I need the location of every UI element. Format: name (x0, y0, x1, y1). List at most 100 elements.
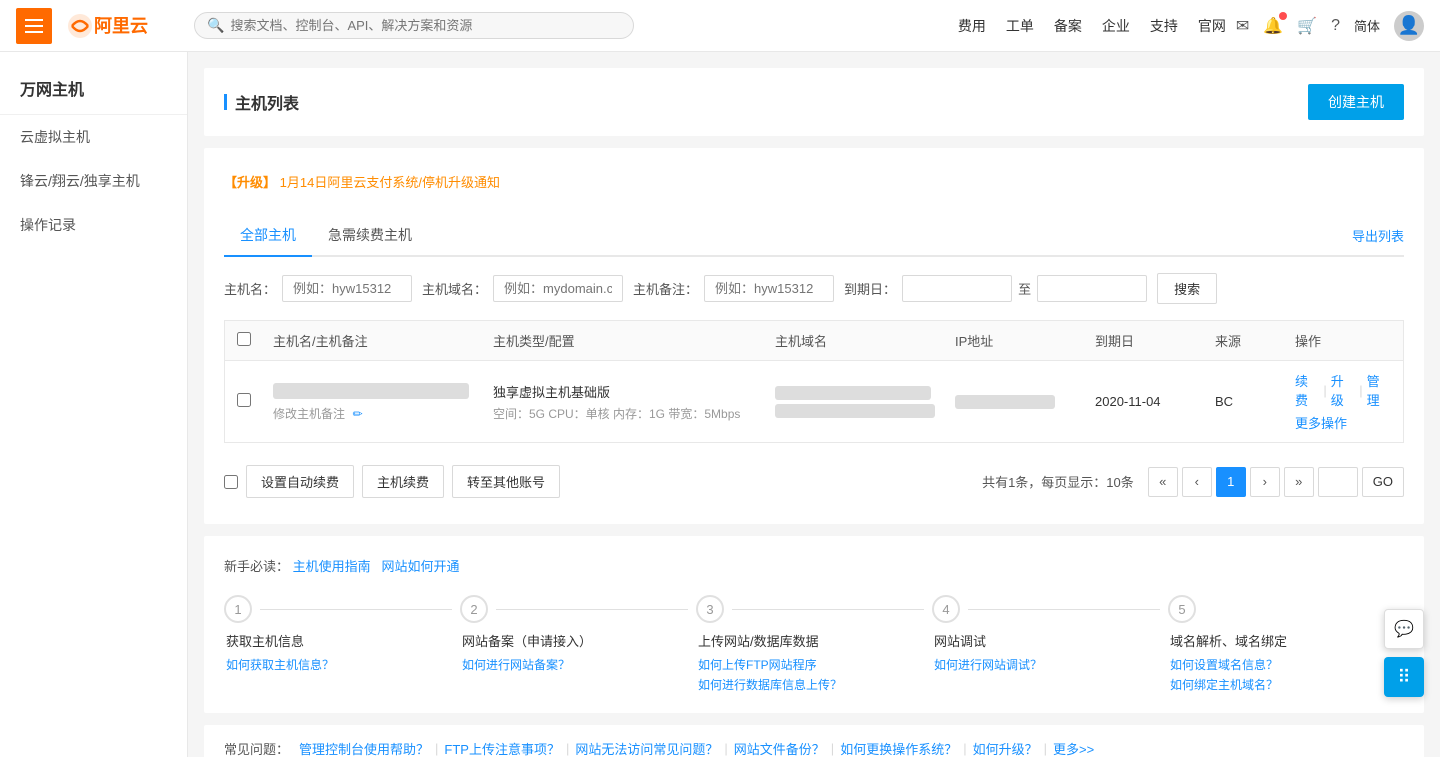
expire-end-input[interactable] (1037, 275, 1147, 302)
table-header: 主机名/主机备注 主机类型/配置 主机域名 IP地址 到期日 来源 操作 (224, 320, 1404, 360)
help-icon[interactable]: ? (1331, 17, 1340, 35)
cart-icon[interactable]: 🛒 (1297, 16, 1317, 36)
domain-input[interactable] (493, 275, 623, 302)
qr-button[interactable]: ⠿ (1384, 657, 1424, 697)
faq-link-6[interactable]: 如何升级？ (973, 739, 1038, 757)
guide-link-2[interactable]: 网站如何开通 (382, 559, 460, 574)
notice-link[interactable]: 1月14日阿里云支付系统/停机升级通知 (280, 175, 500, 190)
expire-start-input[interactable] (902, 275, 1012, 302)
guide-title-prefix: 新手必读： (224, 559, 289, 574)
search-button[interactable]: 搜索 (1157, 273, 1217, 304)
step-4-link-1[interactable]: 如何进行网站调试？ (934, 656, 1168, 673)
remark-input[interactable] (704, 275, 834, 302)
nav-item-official[interactable]: 官网 (1198, 16, 1226, 36)
host-renew-button[interactable]: 主机续费 (362, 465, 444, 498)
step-4-content: 网站调试 如何进行网站调试？ (932, 631, 1168, 673)
faq-link-5[interactable]: 如何更换操作系统？ (840, 739, 957, 757)
step-4-header: 4 (932, 595, 1168, 623)
sidebar-title: 万网主机 (0, 62, 187, 115)
select-all-checkbox[interactable] (237, 332, 251, 346)
col-type: 主机类型/配置 (481, 331, 763, 350)
create-host-button[interactable]: 创建主机 (1308, 84, 1404, 120)
hostname-input[interactable] (282, 275, 412, 302)
faq-link-2[interactable]: FTP上传注意事项？ (444, 739, 560, 757)
pagination-first[interactable]: « (1148, 467, 1178, 497)
logo[interactable]: 阿里云 (64, 10, 154, 42)
chat-button[interactable]: 💬 (1384, 609, 1424, 649)
search-input[interactable] (230, 18, 621, 33)
step-3-circle: 3 (696, 595, 724, 623)
nav-item-support[interactable]: 支持 (1150, 16, 1178, 36)
tab-all-hosts[interactable]: 全部主机 (224, 215, 312, 257)
op-manage-link[interactable]: 管理 (1367, 371, 1391, 409)
pagination-last[interactable]: » (1284, 467, 1314, 497)
host-config: 空间：5G CPU：单核 内存：1G 带宽：5Mbps (493, 405, 751, 422)
step-1-arrow (260, 609, 452, 610)
pagination-input[interactable] (1318, 467, 1358, 497)
bell-icon[interactable]: 🔔 (1263, 16, 1283, 36)
menu-button[interactable] (16, 8, 52, 44)
col-ip: IP地址 (943, 331, 1083, 350)
step-4-circle: 4 (932, 595, 960, 623)
nav-item-enterprise[interactable]: 企业 (1102, 16, 1130, 36)
step-5-link-2[interactable]: 如何绑定主机域名？ (1170, 676, 1404, 693)
nav-item-fee[interactable]: 费用 (958, 16, 986, 36)
row-select-checkbox[interactable] (237, 393, 251, 407)
faq-link-4[interactable]: 网站文件备份？ (734, 739, 825, 757)
step-1-link-1[interactable]: 如何获取主机信息？ (226, 656, 460, 673)
export-list-link[interactable]: 导出列表 (1352, 226, 1404, 245)
row-ops-cell: 续费 | 升级 | 管理 更多操作 (1283, 361, 1403, 442)
op-renew-link[interactable]: 续费 (1295, 371, 1319, 409)
notice-prefix: 【升级】 (224, 175, 276, 190)
step-1-name: 获取主机信息 (226, 631, 460, 650)
faq-link-more[interactable]: 更多>> (1053, 739, 1094, 757)
nav-item-ticket[interactable]: 工单 (1006, 16, 1034, 36)
row-expire-cell: 2020-11-04 (1083, 384, 1203, 419)
host-remark-edit-icon[interactable]: ✏ (353, 407, 363, 421)
guide-step-3: 3 上传网站/数据库数据 如何上传FTP网站程序 如何进行数据库信息上传？ (696, 595, 932, 693)
col-ops: 操作 (1283, 331, 1403, 350)
table: 主机名/主机备注 主机类型/配置 主机域名 IP地址 到期日 来源 操作 修改主… (224, 320, 1404, 443)
step-3-name: 上传网站/数据库数据 (698, 631, 932, 650)
faq-link-1[interactable]: 管理控制台使用帮助？ (299, 739, 429, 757)
tab-urgent-renew[interactable]: 急需续费主机 (312, 215, 428, 257)
qr-icon: ⠿ (1397, 667, 1410, 688)
domain-field: 主机域名： (422, 275, 623, 302)
search-icon: 🔍 (207, 17, 224, 34)
step-2-link-1[interactable]: 如何进行网站备案？ (462, 656, 696, 673)
guide-title: 新手必读： 主机使用指南 网站如何开通 (224, 556, 1404, 575)
nav-item-filing[interactable]: 备案 (1054, 16, 1082, 36)
header-nav: 费用 工单 备案 企业 支持 官网 (958, 16, 1226, 36)
domain-label: 主机域名： (422, 279, 487, 298)
pagination-page-1[interactable]: 1 (1216, 467, 1246, 497)
step-3-link-1[interactable]: 如何上传FTP网站程序 (698, 656, 932, 673)
notification-badge (1279, 12, 1287, 20)
step-5-circle: 5 (1168, 595, 1196, 623)
main-content: 主机列表 创建主机 【升级】 1月14日阿里云支付系统/停机升级通知 全部主机 … (188, 52, 1440, 757)
sidebar-item-operation-log[interactable]: 操作记录 (0, 203, 187, 247)
avatar[interactable]: 👤 (1394, 11, 1424, 41)
pagination-go-button[interactable]: GO (1362, 467, 1404, 497)
step-5-link-1[interactable]: 如何设置域名信息？ (1170, 656, 1404, 673)
batch-checkbox[interactable] (224, 475, 238, 489)
faq-link-3[interactable]: 网站无法访问常见问题？ (575, 739, 718, 757)
guide-step-2: 2 网站备案（申请接入） 如何进行网站备案？ (460, 595, 696, 673)
op-more-link[interactable]: 更多操作 (1295, 416, 1347, 431)
op-upgrade-link[interactable]: 升级 (1331, 371, 1355, 409)
message-icon[interactable]: ✉ (1236, 16, 1249, 36)
set-auto-renew-button[interactable]: 设置自动续费 (246, 465, 354, 498)
expire-label: 到期日： (844, 279, 896, 298)
pagination-prev[interactable]: ‹ (1182, 467, 1212, 497)
step-3-link-2[interactable]: 如何进行数据库信息上传？ (698, 676, 932, 693)
row-type-cell: 独享虚拟主机基础版 空间：5G CPU：单核 内存：1G 带宽：5Mbps (481, 372, 763, 432)
step-5-content: 域名解析、域名绑定 如何设置域名信息？ 如何绑定主机域名？ (1168, 631, 1404, 693)
lang-switcher[interactable]: 简体 (1354, 16, 1380, 35)
date-separator: 至 (1018, 279, 1031, 298)
transfer-account-button[interactable]: 转至其他账号 (452, 465, 560, 498)
sidebar-item-dedicated-host[interactable]: 锋云/翔云/独享主机 (0, 159, 187, 203)
pagination-next[interactable]: › (1250, 467, 1280, 497)
step-1-content: 获取主机信息 如何获取主机信息？ (224, 631, 460, 673)
guide-link-1[interactable]: 主机使用指南 (293, 559, 371, 574)
sidebar-item-virtual-host[interactable]: 云虚拟主机 (0, 115, 187, 159)
search-bar[interactable]: 🔍 (194, 12, 634, 39)
